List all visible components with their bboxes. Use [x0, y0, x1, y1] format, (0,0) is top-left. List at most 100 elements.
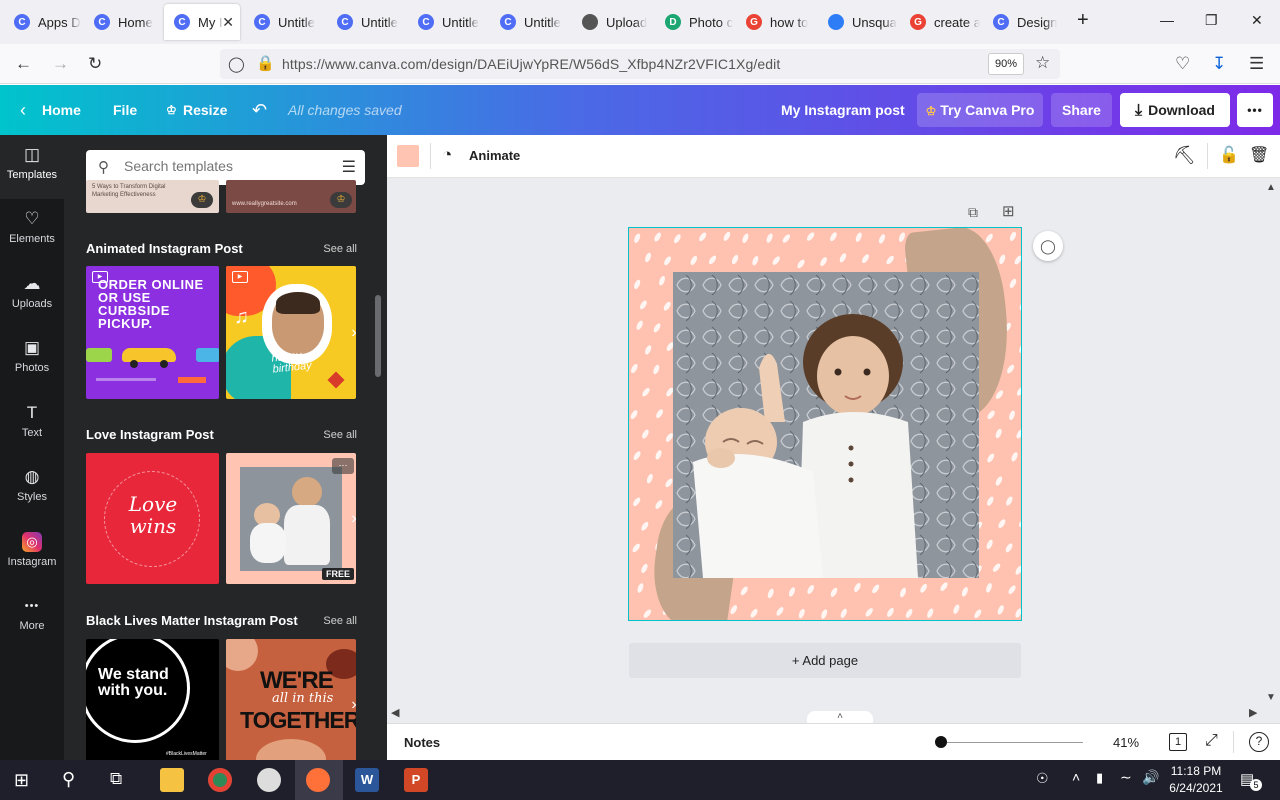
browser-tab[interactable]: C Design	[983, 4, 1063, 40]
resize-button[interactable]: Resize	[183, 85, 227, 135]
home-button[interactable]: Home	[42, 85, 81, 135]
chrome-icon[interactable]	[208, 768, 232, 792]
clock-time[interactable]: 11:18 PM	[1168, 764, 1224, 778]
rail-item-more[interactable]: ••• More	[0, 586, 64, 650]
window-close-icon[interactable]: ✕	[1251, 12, 1263, 29]
downloads-icon[interactable]: ↧	[1212, 54, 1226, 74]
restore-icon[interactable]: ❐	[1205, 12, 1218, 29]
chevron-right-icon[interactable]: ›	[344, 323, 364, 343]
people-icon[interactable]: ☉	[1036, 770, 1049, 787]
add-page-button[interactable]: + Add page	[629, 643, 1021, 678]
url-text[interactable]: https://www.canva.com/design/DAEiUjwYpRE…	[282, 56, 780, 72]
filter-icon[interactable]: ☰	[342, 157, 356, 177]
volume-icon[interactable]: 🔊	[1142, 769, 1159, 786]
more-options-button[interactable]: •••	[1237, 93, 1273, 127]
unlock-icon[interactable]: 🔓	[1219, 145, 1239, 165]
back-icon[interactable]: ←	[15, 54, 32, 74]
design-page[interactable]	[628, 227, 1022, 621]
rail-item-instagram[interactable]: ◎ Instagram	[0, 522, 64, 586]
share-button[interactable]: Share	[1051, 93, 1112, 127]
zoom-slider-track[interactable]	[937, 742, 1083, 743]
see-all-link[interactable]: See all	[323, 429, 357, 441]
document-title[interactable]: My Instagram post	[781, 85, 905, 135]
battery-icon[interactable]: ▮	[1096, 770, 1103, 786]
browser-tab[interactable]: C My I ✕	[164, 4, 240, 40]
file-explorer-icon[interactable]	[160, 768, 184, 792]
panel-scrollbar[interactable]	[375, 295, 381, 377]
menu-icon[interactable]: ☰	[1249, 54, 1264, 74]
clock-date[interactable]: 6/24/2021	[1166, 781, 1226, 795]
zoom-percentage[interactable]: 41%	[1113, 735, 1139, 750]
try-canva-pro-button[interactable]: ♔ Try Canva Pro	[917, 93, 1043, 127]
lock-icon[interactable]: 🔒	[256, 54, 275, 72]
minimize-icon[interactable]: —	[1160, 12, 1174, 28]
comment-icon[interactable]: ◯	[1033, 231, 1063, 261]
browser-tab[interactable]: C Untitle	[244, 4, 324, 40]
template-card[interactable]: ▶ ♫ happy birthday	[226, 266, 356, 399]
rail-item-uploads[interactable]: ☁ Uploads	[0, 264, 64, 328]
kids-photo[interactable]	[673, 272, 979, 578]
windows-start-icon[interactable]: ⊞	[14, 770, 29, 791]
browser-tab[interactable]: C Untitle	[408, 4, 488, 40]
scroll-down-icon[interactable]: ▼	[1266, 692, 1276, 703]
pocket-icon[interactable]: ♡	[1175, 54, 1190, 74]
page-count[interactable]: 1	[1169, 733, 1187, 751]
new-tab-button[interactable]: +	[1077, 9, 1089, 32]
animate-button[interactable]: Animate	[469, 148, 520, 163]
background-color-swatch[interactable]	[397, 145, 419, 167]
notes-button[interactable]: Notes	[404, 735, 440, 750]
rail-item-elements[interactable]: ♡ Elements	[0, 199, 64, 263]
browser-tab[interactable]: C Apps D	[4, 4, 84, 40]
firefox-icon[interactable]	[306, 768, 330, 792]
browser-tab[interactable]: Ghow to	[736, 4, 816, 40]
browser-tab[interactable]: Unsqua	[818, 4, 898, 40]
task-view-icon[interactable]: ⧉	[110, 769, 122, 789]
browser-tab[interactable]: C Home	[84, 4, 164, 40]
template-card[interactable]: We stand with you. #BlackLivesMatter	[86, 639, 219, 760]
file-menu-button[interactable]: File	[113, 85, 137, 135]
zoom-slider-handle[interactable]	[935, 736, 947, 748]
browser-tab[interactable]: C Untitle	[490, 4, 570, 40]
see-all-link[interactable]: See all	[323, 243, 357, 255]
download-button[interactable]: ⤓ Download	[1120, 93, 1230, 127]
powerpoint-icon[interactable]: P	[404, 768, 428, 792]
tray-chevron-icon[interactable]: ˄	[1072, 769, 1080, 785]
search-icon[interactable]: ⚲	[62, 769, 75, 790]
rail-item-styles[interactable]: ◍ Styles	[0, 457, 64, 521]
scroll-up-icon[interactable]: ▲	[1266, 182, 1276, 193]
browser-tab[interactable]: C Untitle	[327, 4, 407, 40]
template-card[interactable]: ⋯ FREE	[226, 453, 356, 584]
reload-icon[interactable]: ↻	[88, 54, 102, 74]
address-bar[interactable]: ◯ 🔒 https://www.canva.com/design/DAEiUjw…	[220, 49, 1060, 79]
template-card[interactable]: www.reallygreatsite.com ♔	[226, 180, 356, 213]
tab-close-icon[interactable]: ✕	[222, 14, 234, 31]
browser-tab[interactable]: Gcreate a	[900, 4, 980, 40]
template-card[interactable]: Love wins	[86, 453, 219, 584]
fullscreen-icon[interactable]: ⤢	[1205, 732, 1218, 750]
chevron-left-icon[interactable]: ‹	[20, 85, 26, 135]
rail-item-templates[interactable]: ◫ Templates	[0, 135, 64, 199]
browser-tab[interactable]: Upload	[572, 4, 652, 40]
trash-icon[interactable]: 🗑	[1249, 145, 1269, 165]
browser-tab[interactable]: D Photo c	[655, 4, 735, 40]
chevron-up-icon[interactable]: ˄	[807, 711, 873, 723]
template-card[interactable]: ▶ ORDER ONLINE OR USE CURBSIDE PICKUP.	[86, 266, 219, 399]
rail-item-text[interactable]: T Text	[0, 393, 64, 457]
template-card[interactable]: 5 Ways to Transform Digital Marketing Ef…	[86, 180, 219, 213]
paint-icon[interactable]	[257, 768, 281, 792]
duplicate-page-icon[interactable]: ⧉	[968, 204, 978, 221]
shield-icon[interactable]: ◯	[228, 55, 245, 73]
scroll-left-icon[interactable]: ◀	[391, 706, 399, 719]
paint-roller-icon[interactable]: ⛏	[1173, 145, 1196, 166]
forward-icon[interactable]: →	[52, 54, 69, 74]
scroll-right-icon[interactable]: ▶	[1249, 706, 1257, 719]
rail-item-photos[interactable]: ▣ Photos	[0, 328, 64, 392]
chevron-right-icon[interactable]: ›	[344, 695, 364, 715]
help-button[interactable]: ?	[1249, 732, 1269, 752]
zoom-level[interactable]: 90%	[988, 53, 1024, 75]
search-input[interactable]	[124, 158, 324, 174]
wifi-icon[interactable]: ∼	[1120, 769, 1132, 786]
chevron-right-icon[interactable]: ›	[344, 509, 364, 529]
bookmark-star-icon[interactable]: ☆	[1035, 53, 1050, 73]
see-all-link[interactable]: See all	[323, 615, 357, 627]
